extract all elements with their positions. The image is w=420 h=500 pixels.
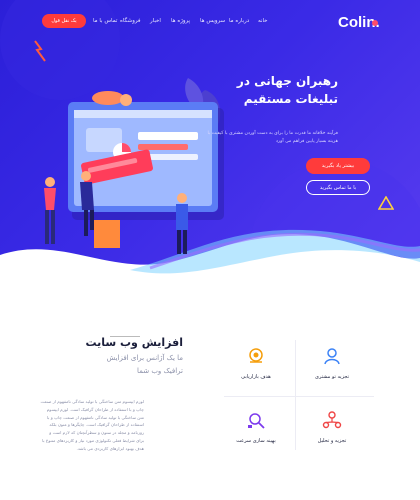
get-quote-button[interactable]: یک نقل قول <box>42 14 86 28</box>
feature-customer-analysis[interactable]: تجزیه تو مشتری <box>296 346 368 380</box>
lightning-icon <box>34 40 46 62</box>
hero-title-line1: رهبران جهانی در <box>236 74 338 88</box>
feature-label: بهینه سازی سرعت <box>236 438 276 444</box>
feature-divider-horizontal <box>224 396 374 397</box>
analysis-icon <box>322 411 342 429</box>
feature-label: هدف بازاریابی <box>241 374 271 380</box>
nav-item-projects[interactable]: پروژه ها <box>171 18 190 24</box>
nav-item-news[interactable]: اخبار <box>150 18 161 24</box>
about-title: افزایش وب سایت <box>85 336 183 349</box>
logo-dot <box>372 20 378 26</box>
about-divider <box>110 336 140 337</box>
about-text: لورم ایپسوم متن ساختگی با تولید سادگی نا… <box>40 399 144 451</box>
feature-speed-optimization[interactable]: بهینه سازی سرعت <box>220 410 292 444</box>
feature-analysis[interactable]: تجزیه و تحلیل <box>296 410 368 444</box>
target-hand-icon <box>249 348 263 363</box>
hero-title: رهبران جهانی در تبلیغات مستقیم <box>198 72 338 108</box>
feature-label: تجزیه تو مشتری <box>315 374 349 380</box>
feature-marketing-target[interactable]: هدف بازاریابی <box>220 346 292 380</box>
contact-us-button[interactable]: با ما تماس بگیرید <box>306 180 370 195</box>
hero-title-line2: تبلیغات مستقیم <box>243 92 338 106</box>
about-subtitle-line2: ترافیک وب شما <box>137 367 183 375</box>
nav-item-about[interactable]: درباره ما <box>229 18 249 24</box>
hero-description: فرآیند خلاقانه ما قدرت ما را برای به دست… <box>207 131 338 144</box>
customer-analysis-icon <box>324 348 340 365</box>
nav-item-services[interactable]: سرویس ها <box>200 18 225 24</box>
nav-item-home[interactable]: خانه <box>258 18 268 24</box>
learn-more-button[interactable]: بیشتر یاد بگیرید <box>306 158 370 174</box>
nav-item-contact[interactable]: تماس با ما <box>93 18 117 24</box>
speed-optimization-icon <box>248 413 265 429</box>
feature-label: تجزیه و تحلیل <box>317 438 347 444</box>
triangle-icon <box>378 196 394 210</box>
hero-section: Colin. خانه درباره ما سرویس ها پروژه ها … <box>0 0 420 300</box>
nav-item-shop[interactable]: فروشگاه <box>120 18 141 24</box>
about-subtitle-line1: ما یک آژانس برای افزایش <box>106 354 183 362</box>
about-subtitle: ما یک آژانس برای افزایش ترافیک وب شما <box>83 352 183 378</box>
